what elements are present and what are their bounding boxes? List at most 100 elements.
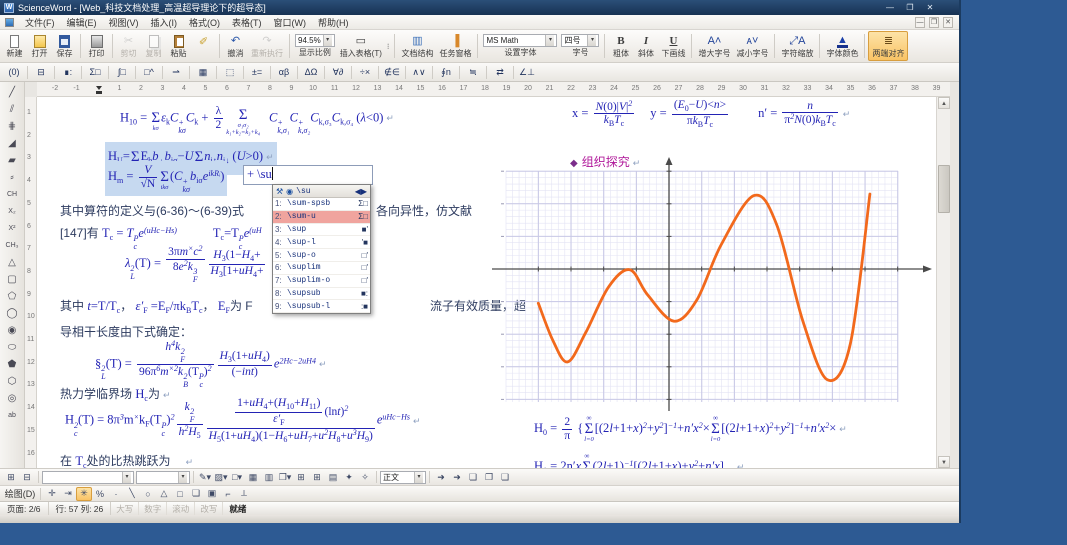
formula-edit-box[interactable]: + \su <box>243 165 373 185</box>
text-style-combo[interactable]: 正文 ▾ <box>380 470 426 484</box>
ring-pentagon-dash[interactable]: ⬠ <box>3 288 22 305</box>
help-icon[interactable]: ◉ <box>286 187 293 196</box>
minimize-button[interactable]: — <box>883 3 897 12</box>
set-symbols[interactable]: ∉∈ <box>382 64 402 80</box>
list-combo[interactable]: ▾ <box>136 470 190 484</box>
child-restore-button[interactable]: ❐ <box>929 16 939 28</box>
maximize-button[interactable]: ❐ <box>903 3 917 12</box>
formula-h10[interactable]: H10 = Σkσ εkC + kσ Ck + λ 2 Σσ₁σ₂ k₁+k₂=k₃+k₄ C +… <box>120 101 394 136</box>
bond-bold[interactable]: ▰ <box>3 152 22 169</box>
formula-xyn[interactable]: x = N(0)|V|2 kBTc y = (E0−U)<n> πkBTc n′ = n… <box>572 99 850 130</box>
ellipse-tool[interactable]: ○ <box>140 487 156 501</box>
panel-b-button[interactable]: ❐ <box>481 470 497 484</box>
copy-button[interactable]: 复制 <box>141 31 166 61</box>
menu-item-1[interactable]: 编辑(E) <box>61 15 103 30</box>
popup-item-sum-u[interactable]: 2: \sum-u Σ□ <box>273 210 370 224</box>
format-painter-button[interactable]: ✐ <box>191 31 216 61</box>
menu-item-2[interactable]: 视图(V) <box>103 15 145 30</box>
scroll-down-icon[interactable]: ▼ <box>938 456 950 468</box>
formula-hc[interactable]: H 2 c (T) = 8π3m×kF(T Pc)2 k 2 Fh2H5 1+uH4+(H10+… <box>65 397 421 444</box>
snap-grid-tool[interactable]: ✳ <box>76 486 92 501</box>
paragraph-mixed[interactable]: 其中 t=T/Tc， ε′F =EF/πkBTc， EF为 F <box>60 297 253 315</box>
font-size-combo[interactable]: 四号 ▾ <box>561 34 600 47</box>
new-button[interactable]: 新建 <box>2 31 27 61</box>
increase-font-button[interactable]: A˄ 增大字号 <box>695 31 733 61</box>
axes-tool[interactable]: ⟂ <box>236 487 252 501</box>
bond-dashed[interactable]: ⸗ <box>3 169 22 186</box>
arithmetic-symbols[interactable]: ÷× <box>355 64 375 80</box>
paren-template[interactable]: (0) <box>4 64 24 80</box>
merge-cells-button[interactable]: ⊞ <box>293 470 309 484</box>
paragraph-text[interactable]: 导相干长度由下式确定： <box>60 323 192 340</box>
ring-ellipse[interactable]: ⬭ <box>3 339 22 356</box>
decrease-font-button[interactable]: ᴀ˅ 减小字号 <box>733 31 771 61</box>
close-button[interactable]: ✕ <box>923 3 937 12</box>
indent-marker[interactable] <box>96 86 102 94</box>
menu-item-0[interactable]: 文件(F) <box>19 15 61 30</box>
grid-show-button[interactable]: ▦ <box>245 470 261 484</box>
bond-triple[interactable]: ⋕ <box>3 118 22 135</box>
save-button[interactable]: 保存 <box>52 31 77 61</box>
menu-item-5[interactable]: 表格(T) <box>226 15 268 30</box>
greek-uppercase[interactable]: ΔΩ <box>301 64 321 80</box>
table-draw-icon[interactable]: ⊞ <box>3 470 19 484</box>
menu-item-4[interactable]: 格式(O) <box>183 15 226 30</box>
scrollbar-thumb[interactable] <box>938 165 950 213</box>
contour-integral[interactable]: ∮n <box>436 64 456 80</box>
popup-item-sum-spsb[interactable]: 1: \sum-spsb Σ□ <box>273 198 370 211</box>
line-tool[interactable]: ╲ <box>124 487 140 501</box>
next-page-icon[interactable]: ▶ <box>361 187 367 196</box>
popup-item-suplim[interactable]: 6: \suplim □' <box>273 262 370 275</box>
cut-button[interactable]: ✂ 剪切 <box>116 31 141 61</box>
function-plot[interactable] <box>484 155 936 411</box>
toolbar-overflow-icon[interactable]: ⁝ <box>385 42 392 51</box>
box-template[interactable]: ⬚ <box>220 64 240 80</box>
formula-hm[interactable]: Hm = V √N Σikσ (C + kσ biσeikRᵢ) <box>105 161 228 197</box>
paragraph-text[interactable]: 其中算符的定义与(6-36)～(6-39)式 <box>60 202 244 219</box>
window-layout-button[interactable]: ❐▾ <box>277 470 293 484</box>
move-tool[interactable]: ✛ <box>44 487 60 501</box>
undo-button[interactable]: ↶ 撤消 <box>223 31 248 61</box>
vector-arrow-template[interactable]: ⇀ <box>166 64 186 80</box>
font-color-button[interactable]: ▲ 字体颜色 <box>823 31 861 61</box>
bond-wedge[interactable]: ◢ <box>3 135 22 152</box>
style-combo[interactable]: ▾ <box>42 470 134 484</box>
script-template[interactable]: ∎: <box>58 64 78 80</box>
ring-pentagon[interactable]: ⬟ <box>3 356 22 373</box>
back-button[interactable]: ➜ <box>449 470 465 484</box>
menu-item-7[interactable]: 帮助(H) <box>312 15 355 30</box>
vertical-ruler[interactable]: 1234567891011121314151617 <box>25 97 37 479</box>
popup-item-sup[interactable]: 3: \sup ■' <box>273 224 370 237</box>
print-button[interactable]: 打印 <box>84 31 109 61</box>
grid-hide-button[interactable]: ▥ <box>261 470 277 484</box>
vertical-scrollbar[interactable]: ▲ ▼ <box>936 97 950 468</box>
align-tool[interactable]: ⇥ <box>60 487 76 501</box>
panel-c-button[interactable]: ❏ <box>497 470 513 484</box>
relation-symbols[interactable]: ±= <box>247 64 267 80</box>
underline-color-button[interactable]: ✎▾ <box>197 470 213 484</box>
rectangle-tool[interactable]: □ <box>172 487 188 501</box>
menu-item-6[interactable]: 窗口(W) <box>268 15 313 30</box>
document-map-button[interactable]: ▤ <box>325 470 341 484</box>
next-field-button[interactable]: ✧ <box>357 470 373 484</box>
fraction-template[interactable]: ⊟ <box>31 64 51 80</box>
andor-symbols[interactable]: ∧∨ <box>409 64 429 80</box>
ring-circle-dash[interactable]: ◯ <box>3 305 22 322</box>
child-minimize-button[interactable]: — <box>915 16 925 28</box>
formula-h1[interactable]: H1 = 2n′x∞Σl=0(2l+1)−1[(2l+1+x)+y2+n′x]↵ <box>534 453 744 469</box>
point-tool[interactable]: · <box>108 487 124 501</box>
horizontal-ruler[interactable]: -2 -1 1 2 3 4 5 6 7 8 9 10 11 12 13 14 15 16 17 18 19 20 21 22 2… <box>37 82 950 97</box>
table-erase-icon[interactable]: ⊟ <box>19 470 35 484</box>
split-cells-button[interactable]: ⊞ <box>309 470 325 484</box>
triangle-tool[interactable]: △ <box>156 487 172 501</box>
formula-lambda[interactable]: λ 2 L (T) = 3πm×c2 8e2k 3 F H3(1−H4+ H3[1+uH4+ <box>125 244 267 284</box>
image-tool[interactable]: ❏ <box>188 487 204 501</box>
tools-icon[interactable]: ⚒ <box>276 187 283 196</box>
scale-tool[interactable]: % <box>92 487 108 501</box>
geometry-symbols[interactable]: ∠⊥ <box>517 64 537 80</box>
popup-item-supsub-l[interactable]: 9: \supsub-l:■ <box>273 300 370 314</box>
bond-double[interactable]: ⫽ <box>3 101 22 118</box>
ring-square[interactable]: ▢ <box>3 271 22 288</box>
subscript-tool[interactable]: X₂ <box>3 203 22 220</box>
greek-lowercase[interactable]: αβ <box>274 64 294 80</box>
